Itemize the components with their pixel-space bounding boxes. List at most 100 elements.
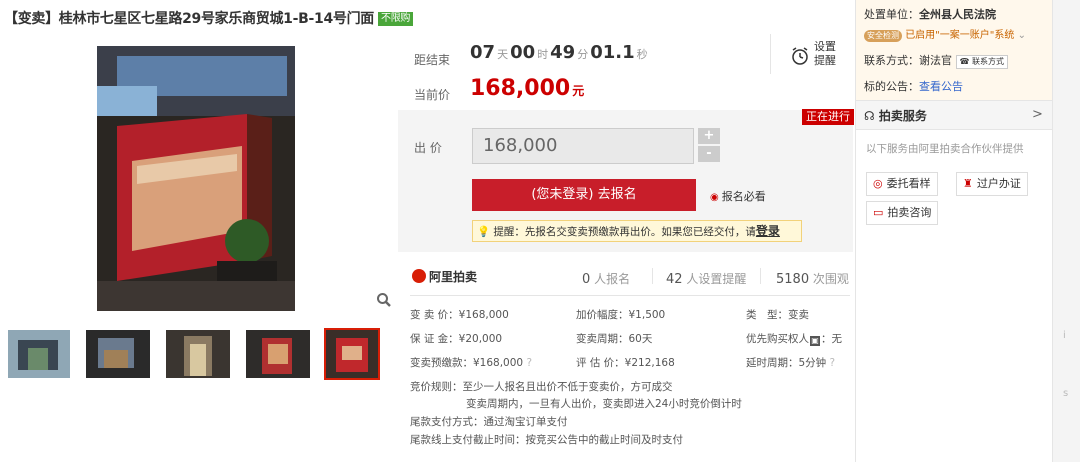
unit-value[interactable]: 全州县人民法院 — [919, 8, 996, 21]
service-title-text: 拍卖服务 — [878, 109, 927, 123]
estimate-price: 评 估 价：¥212,168 — [576, 357, 675, 369]
auction-type: 类 型：变卖 — [746, 309, 809, 321]
deposit: 保 证 金：¥20,000 — [410, 333, 503, 345]
disposal-unit: 处置单位：全州县人民法院 — [864, 6, 996, 22]
side-toolbar: i s — [1052, 0, 1080, 462]
unit-label: 处置单位： — [864, 8, 919, 21]
chevron-down-icon[interactable]: ⌄ — [1014, 30, 1026, 41]
divider — [770, 34, 771, 74]
contact-button-label: 联系方式 — [972, 57, 1005, 66]
toolbar-char-a[interactable]: i — [1063, 330, 1066, 341]
views-number: 5180 — [776, 272, 810, 287]
no-limit-tag: 不限购 — [378, 12, 414, 26]
reminder-count: 42 人设置提醒 — [666, 270, 746, 287]
signups-label: 人报名 — [594, 272, 631, 286]
contact-value: 谢法官 — [919, 54, 952, 67]
signup-button[interactable]: (您未登录) 去报名 — [472, 179, 696, 211]
lightbulb-icon: 💡 — [477, 226, 491, 238]
contact-button[interactable]: ☎ 联系方式 — [955, 55, 1009, 69]
rule-line-3: 尾款支付方式：通过淘宝订单支付 — [410, 416, 568, 428]
increment: 加价幅度：¥1,500 — [576, 309, 666, 321]
thumbnail-3[interactable] — [166, 330, 230, 378]
auction-consult-button[interactable]: ▭ 拍卖咨询 — [866, 201, 939, 225]
priority-label: 优先购买权人 — [746, 333, 809, 345]
countdown-timer: 07 天 00 时 49 分 01.1 秒 — [470, 42, 650, 63]
notice-text: 提醒：先报名交变卖预缴款再出价。如果您已经交付，请 — [493, 226, 756, 238]
countdown-seconds: 01.1 — [590, 42, 635, 63]
reminders-number: 42 — [666, 272, 683, 287]
signups-number: 0 — [582, 272, 591, 287]
security-text[interactable]: 已启用"一案一账户"系统 — [905, 30, 1014, 41]
priority-value: ：无 — [821, 333, 842, 345]
entrust-viewing-button[interactable]: ◎ 委托看样 — [866, 172, 938, 196]
thumbnail-5-selected[interactable] — [324, 328, 380, 380]
bid-label: 出 价 — [414, 141, 442, 155]
view-count: 5180 次围观 — [776, 270, 849, 287]
thumbnail-2[interactable] — [86, 330, 150, 378]
current-price-label: 当前价 — [414, 88, 451, 102]
contact-label: 联系方式： — [864, 54, 919, 67]
chat-icon: ▭ — [873, 206, 884, 219]
prepay-text: 变卖预缴款：¥168,000 — [410, 357, 524, 369]
sell-price: 变 卖 价：¥168,000 — [410, 309, 509, 321]
days-unit: 天 — [497, 48, 509, 61]
minutes-unit: 分 — [577, 48, 589, 61]
current-price-value: 168,000 — [470, 76, 571, 101]
increase-bid-button[interactable]: + — [698, 128, 720, 144]
main-product-image[interactable] — [97, 46, 295, 311]
view-announcement-link[interactable]: 查看公告 — [919, 80, 963, 93]
countdown-days: 07 — [470, 42, 496, 63]
delay-period: 延时周期：5分钟 ? — [746, 355, 835, 370]
views-label: 次围观 — [812, 272, 849, 286]
thumbnail-4[interactable] — [246, 330, 310, 378]
price-unit: 元 — [572, 84, 585, 98]
signup-count: 0 人报名 — [582, 270, 630, 287]
reminder-line1: 设置 — [814, 40, 836, 53]
delay-text: 延时周期：5分钟 — [746, 357, 827, 369]
countdown-hours: 00 — [510, 42, 536, 63]
info-box-icon[interactable]: ▣ — [810, 336, 820, 346]
transfer-certificate-button[interactable]: ♜ 过户办证 — [956, 172, 1028, 196]
title-text: 【变卖】桂林市七星区七星路29号家乐商贸城1-B-14号门面 — [4, 11, 374, 27]
must-read-link[interactable]: ◉ 报名必看 — [710, 188, 766, 204]
phone-icon: ☎ — [959, 57, 970, 66]
set-reminder-button[interactable]: 设置 提醒 — [790, 40, 838, 74]
announcement-row: 标的公告：查看公告 — [864, 78, 963, 94]
reminder-line2: 提醒 — [814, 54, 836, 67]
countdown-label: 距结束 — [414, 53, 451, 67]
security-badge: 安全检测 — [864, 30, 902, 42]
notice-login-link[interactable]: 登录 — [756, 224, 780, 238]
status-badge: 正在进行 — [802, 109, 854, 125]
contact-row: 联系方式：谢法官 ☎ 联系方式 — [864, 52, 1009, 69]
thumbnail-1[interactable] — [8, 330, 70, 378]
divider — [652, 268, 653, 284]
toolbar-char-b[interactable]: s — [1063, 388, 1068, 399]
rule-line-2: 变卖周期内，一旦有人出价，变卖即进入24小时竞价倒计时 — [466, 398, 742, 410]
location-icon: ◎ — [873, 177, 883, 190]
svc2-label: 过户办证 — [976, 177, 1021, 190]
ali-auction-logo-icon — [412, 269, 426, 283]
headset-icon: ☊ — [864, 109, 875, 123]
seconds-unit: 秒 — [636, 48, 648, 61]
announcement-label: 标的公告： — [864, 80, 919, 93]
rule-line-1: 竞价规则：至少一人报名且出价不低于变卖价，方可成交 — [410, 381, 673, 393]
page-title: 【变卖】桂林市七星区七星路29号家乐商贸城1-B-14号门面 不限购 — [4, 8, 414, 28]
divider — [410, 295, 850, 296]
reminders-label: 人设置提醒 — [686, 272, 747, 286]
ali-auction-brand: 阿里拍卖 — [412, 268, 477, 285]
hours-unit: 时 — [537, 48, 549, 61]
bid-input[interactable]: 168,000 — [472, 128, 694, 164]
reminder-label: 设置 提醒 — [814, 40, 836, 68]
svc3-label: 拍卖咨询 — [887, 206, 932, 219]
service-title: ☊ 拍卖服务 — [864, 107, 927, 124]
help-icon[interactable]: ? — [830, 357, 836, 369]
deposit-notice: 💡 提醒：先报名交变卖预缴款再出价。如果您已经交付，请登录 — [472, 220, 802, 242]
prepay-amount: 变卖预缴款：¥168,000 ? — [410, 355, 532, 370]
decrease-bid-button[interactable]: - — [698, 146, 720, 162]
zoom-icon[interactable] — [376, 292, 392, 308]
chevron-right-icon[interactable]: > — [1032, 107, 1043, 122]
help-icon[interactable]: ? — [526, 357, 532, 369]
priority-buyer: 优先购买权人 ▣ ：无 — [746, 331, 842, 346]
security-row: 安全检测 已启用"一案一账户"系统 ⌄ — [864, 26, 1026, 42]
svc1-label: 委托看样 — [886, 177, 931, 190]
